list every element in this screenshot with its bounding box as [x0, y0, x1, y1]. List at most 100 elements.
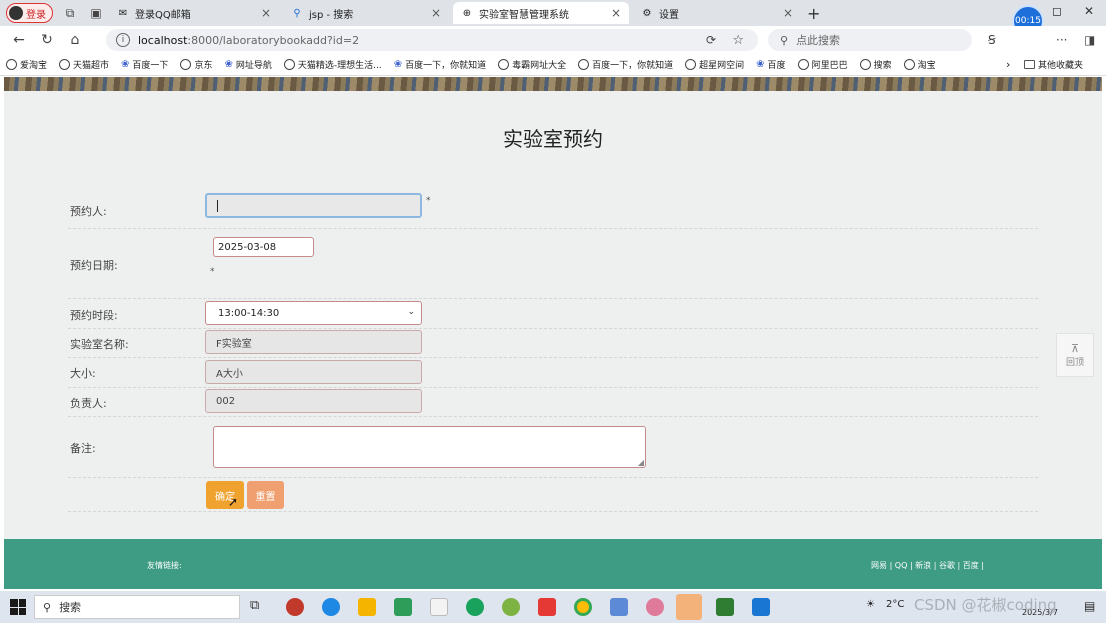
other-bookmarks-folder[interactable]: 其他收藏夹	[1024, 58, 1083, 71]
bookmark-label: 搜索	[873, 61, 892, 71]
bookmark-item[interactable]: ❀ 百度一下，你就知道	[394, 58, 486, 71]
search-icon: ⚲	[43, 600, 52, 614]
footer-links[interactable]: 网易 | QQ | 新浪 | 谷歌 | 百度 |	[871, 560, 984, 571]
wechat-icon[interactable]	[466, 598, 484, 616]
back-to-top-button[interactable]: ⊼ 回顶	[1056, 333, 1094, 377]
bookmark-item[interactable]: 京东	[180, 58, 212, 71]
close-icon[interactable]: ×	[783, 6, 793, 20]
qq-icon[interactable]	[676, 594, 702, 620]
bookmark-item[interactable]: 天猫超市	[59, 58, 109, 71]
row-divider	[68, 357, 1038, 358]
app-icon[interactable]	[610, 598, 628, 616]
bookmark-item[interactable]: 超星网空间	[685, 58, 744, 71]
chevron-down-icon: ⌄	[407, 307, 415, 317]
translate-icon[interactable]: ⟳	[706, 33, 716, 47]
close-window-icon[interactable]: ✕	[1084, 4, 1094, 18]
globe-icon	[797, 59, 809, 70]
globe-icon	[859, 59, 871, 70]
bookmark-item[interactable]: ❀ 网址导航	[224, 58, 271, 71]
size-field[interactable]: A大小	[205, 360, 422, 384]
url-path: :8000/laboratorybookadd?id=2	[187, 33, 360, 47]
reset-button[interactable]: 重置	[247, 481, 284, 509]
edge-browser-icon[interactable]	[322, 598, 340, 616]
favorite-star-icon[interactable]: ☆	[732, 33, 744, 48]
time-slot-select[interactable]: 13:00-14:30 ⌄	[205, 301, 422, 325]
bookmark-item[interactable]: ❀ 百度	[756, 58, 785, 71]
bookmark-item[interactable]: ❀ 百度一下	[121, 58, 168, 71]
bookmark-item[interactable]: 爱淘宝	[6, 58, 47, 71]
bookmark-item[interactable]: 毒霸网址大全	[498, 58, 566, 71]
close-icon[interactable]: ×	[431, 6, 441, 20]
hbuilder-icon[interactable]	[394, 598, 412, 616]
notepad-icon[interactable]	[430, 598, 448, 616]
pycharm-icon[interactable]	[716, 598, 734, 616]
close-icon[interactable]: ×	[611, 6, 621, 20]
bookmark-label: 淘宝	[917, 61, 936, 71]
globe-icon	[903, 59, 915, 70]
lab-name-label: 实验室名称:	[70, 338, 129, 351]
tab-lab-system[interactable]: ⊕ 实验室智慧管理系统 ×	[453, 2, 629, 24]
row-divider	[68, 477, 1038, 478]
task-view-icon[interactable]: ⧉	[250, 598, 268, 616]
extension-icon[interactable]: Ꞩ	[988, 33, 996, 47]
bookmark-label: 天猫精选-理想生活...	[297, 61, 382, 71]
remark-textarea[interactable]: ◢	[213, 426, 646, 468]
lab-name-field[interactable]: F实验室	[205, 330, 422, 354]
sidebar-toggle-icon[interactable]: ◨	[1084, 33, 1095, 47]
row-divider	[68, 298, 1038, 299]
search-icon: ⚲	[293, 7, 301, 19]
notification-icon[interactable]: ▤	[1084, 599, 1095, 613]
bookmark-label: 其他收藏夹	[1038, 61, 1084, 71]
restore-window-icon[interactable]: ◻	[1052, 4, 1062, 18]
url-host: localhost	[138, 33, 188, 47]
chrome-icon[interactable]	[574, 598, 592, 616]
gear-icon: ⚙	[642, 7, 652, 19]
globe-icon	[578, 59, 590, 70]
app-icon[interactable]	[752, 598, 770, 616]
more-menu-icon[interactable]: ···	[1056, 33, 1067, 47]
bookmark-item[interactable]: 百度一下，你就知道	[578, 58, 673, 71]
tab-actions-icon[interactable]: ▣	[87, 4, 105, 22]
browser-search-box[interactable]: ⚲ 点此搜索	[768, 29, 972, 51]
required-mark: *	[210, 267, 215, 277]
resize-grip-icon[interactable]: ◢	[638, 458, 644, 467]
manager-field[interactable]: 002	[205, 389, 422, 413]
close-icon[interactable]: ×	[261, 6, 271, 20]
windows-start-icon[interactable]	[10, 599, 26, 615]
row-divider	[68, 387, 1038, 388]
url-field[interactable]: i localhost:8000/laboratorybookadd?id=2 …	[106, 29, 758, 51]
back-arrow-icon[interactable]: ←	[10, 32, 28, 48]
file-explorer-icon[interactable]	[358, 598, 376, 616]
tab-jsp-search[interactable]: ⚲ jsp - 搜索 ×	[283, 2, 449, 24]
taskbar-search[interactable]: ⚲ 搜索	[34, 595, 240, 619]
netease-music-icon[interactable]	[538, 598, 556, 616]
profile-button[interactable]: 登录	[6, 3, 53, 23]
tab-qq-mail[interactable]: ✉ 登录QQ邮箱 ×	[109, 2, 279, 24]
required-mark: *	[426, 196, 431, 206]
profile-label: 登录	[26, 9, 46, 21]
workspaces-icon[interactable]: ⧉	[61, 4, 79, 22]
bookmark-label: 百度一下，你就知道	[405, 61, 487, 71]
tab-settings[interactable]: ⚙ 设置 ×	[633, 2, 801, 24]
tab-label: jsp - 搜索	[309, 9, 354, 21]
bookmark-item[interactable]: 搜索	[859, 58, 892, 71]
mouse-pointer-icon: ➚	[228, 495, 239, 509]
remark-label: 备注:	[70, 442, 96, 455]
refresh-icon[interactable]: ↻	[38, 32, 56, 48]
app-icon[interactable]	[286, 598, 304, 616]
text-caret	[217, 199, 218, 212]
bookmark-item[interactable]: 阿里巴巴	[797, 58, 848, 71]
bookmark-item[interactable]: 淘宝	[903, 58, 936, 71]
app-icon[interactable]	[502, 598, 520, 616]
home-icon[interactable]: ⌂	[66, 32, 84, 48]
app-icon[interactable]	[646, 598, 664, 616]
chevron-right-icon[interactable]: ›	[1006, 58, 1010, 71]
new-tab-button[interactable]: +	[807, 4, 820, 23]
weather-temp[interactable]: 2°C	[886, 599, 904, 610]
globe-icon	[498, 59, 510, 70]
date-input[interactable]: 2025-03-08	[213, 237, 314, 257]
booker-input[interactable]	[205, 193, 422, 218]
bookmark-item[interactable]: 天猫精选-理想生活...	[283, 58, 382, 71]
site-info-icon[interactable]: i	[116, 33, 130, 47]
submit-button[interactable]: 确定	[206, 481, 244, 509]
